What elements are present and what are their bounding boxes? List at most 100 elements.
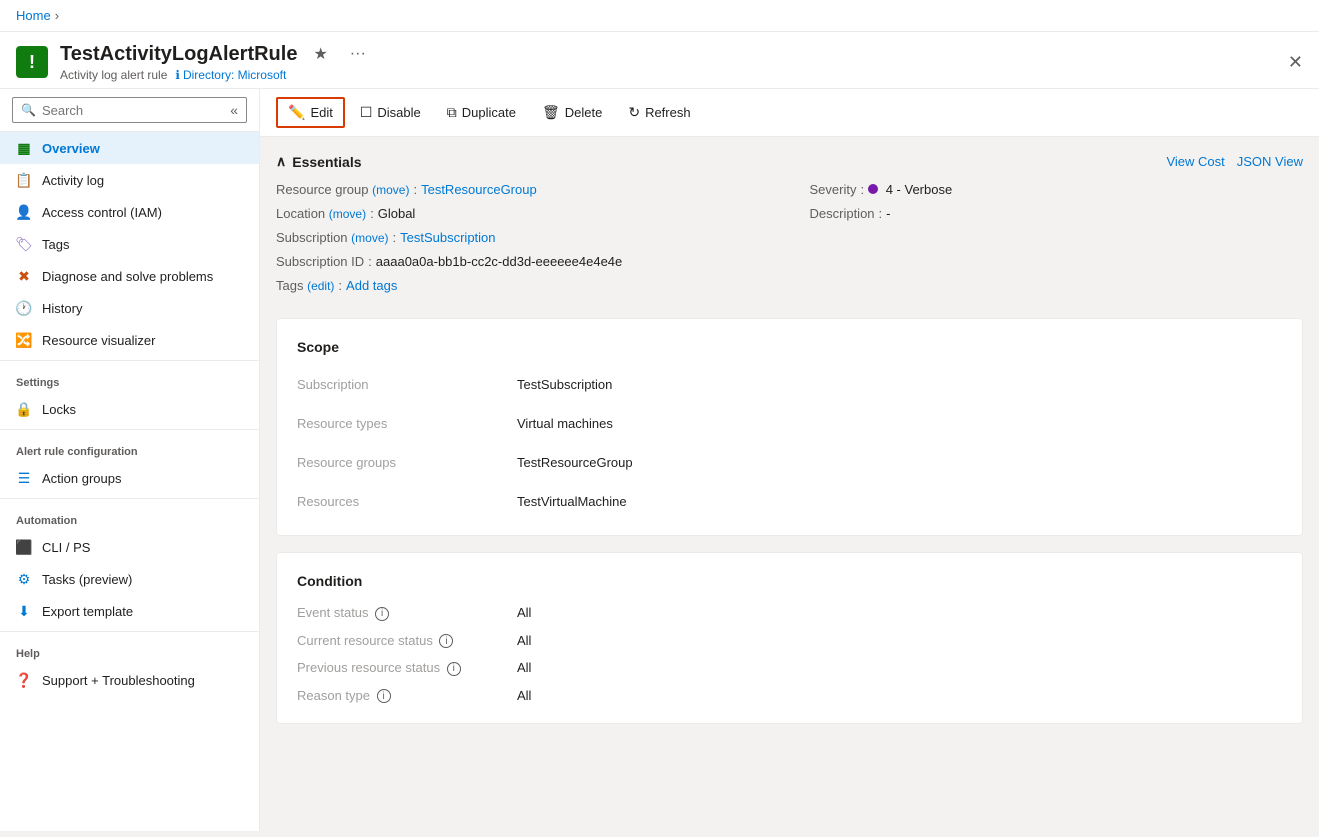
close-button[interactable]: ✕: [1288, 52, 1303, 73]
scope-value-resource-types: Virtual machines: [517, 410, 1282, 437]
sidebar-item-export-template[interactable]: ⬇ Export template: [0, 595, 259, 627]
sidebar-item-support[interactable]: ❓ Support + Troubleshooting: [0, 664, 259, 696]
resource-subtitle: Activity log alert rule ℹ Directory: Mic…: [60, 68, 1272, 82]
tags-icon: 🏷: [16, 236, 32, 252]
sidebar-collapse-button[interactable]: «: [230, 102, 238, 118]
scope-value-subscription: TestSubscription: [517, 371, 1282, 398]
sidebar-nav: ▦ Overview 📋 Activity log 👤 Access contr…: [0, 132, 259, 696]
support-icon: ❓: [16, 672, 32, 688]
tags-value[interactable]: Add tags: [346, 278, 397, 293]
search-icon: 🔍: [21, 103, 36, 117]
previous-resource-status-info-icon[interactable]: i: [447, 662, 461, 676]
condition-label-current-resource-status: Current resource status i: [297, 633, 517, 649]
sidebar-item-tags[interactable]: 🏷 Tags: [0, 228, 259, 260]
access-control-icon: 👤: [16, 204, 32, 220]
sidebar-item-locks[interactable]: 🔒 Locks: [0, 393, 259, 425]
essentials-actions: View Cost JSON View: [1166, 154, 1303, 169]
essentials-title: ∧ Essentials: [276, 153, 362, 170]
current-resource-status-info-icon[interactable]: i: [439, 634, 453, 648]
condition-label-reason-type: Reason type i: [297, 688, 517, 704]
resource-group-move-link[interactable]: (move): [372, 183, 409, 197]
refresh-icon: ↻: [628, 104, 640, 121]
sidebar-item-action-groups[interactable]: ☰ Action groups: [0, 462, 259, 494]
subscription-value[interactable]: TestSubscription: [400, 230, 495, 245]
essentials-row-location: Location (move) : Global: [276, 206, 770, 230]
sidebar-label-access-control: Access control (IAM): [42, 205, 162, 220]
duplicate-label: Duplicate: [462, 105, 516, 120]
sidebar-section-help: Help: [0, 636, 259, 664]
sidebar-item-resource-visualizer[interactable]: 🔀 Resource visualizer: [0, 324, 259, 356]
overview-icon: ▦: [16, 140, 32, 156]
resource-header: ! TestActivityLogAlertRule ★ ··· Activit…: [0, 32, 1319, 89]
json-view-link[interactable]: JSON View: [1237, 154, 1303, 169]
sidebar-label-overview: Overview: [42, 141, 100, 156]
scope-value-resource-groups: TestResourceGroup: [517, 449, 1282, 476]
tasks-preview-icon: ⚙: [16, 571, 32, 587]
diagnose-icon: ✖: [16, 268, 32, 284]
export-template-icon: ⬇: [16, 603, 32, 619]
favorite-button[interactable]: ★: [307, 42, 333, 66]
locks-icon: 🔒: [16, 401, 32, 417]
location-move-link[interactable]: (move): [329, 207, 366, 221]
view-cost-link[interactable]: View Cost: [1166, 154, 1224, 169]
essentials-row-resource-group: Resource group (move) : TestResourceGrou…: [276, 182, 770, 206]
reason-type-info-icon[interactable]: i: [377, 689, 391, 703]
sidebar-label-support: Support + Troubleshooting: [42, 673, 195, 688]
sidebar-section-automation: Automation: [0, 503, 259, 531]
cli-ps-icon: ⬛: [16, 539, 32, 555]
essentials-right: Severity : 4 - Verbose Description : -: [810, 182, 1304, 302]
sidebar-section-alert: Alert rule configuration: [0, 434, 259, 462]
scope-label-resource-groups: Resource groups: [297, 449, 517, 476]
refresh-button[interactable]: ↻ Refresh: [617, 98, 701, 127]
search-input[interactable]: [42, 103, 224, 118]
delete-icon: 🗑: [542, 104, 560, 121]
sidebar-label-export-template: Export template: [42, 604, 133, 619]
sidebar-item-overview[interactable]: ▦ Overview: [0, 132, 259, 164]
resource-name: TestActivityLogAlertRule: [60, 43, 297, 66]
disable-button[interactable]: ☐ Disable: [349, 98, 432, 127]
condition-grid: Event status i All Current resource stat…: [297, 605, 1282, 703]
more-options-button[interactable]: ···: [344, 43, 372, 65]
essentials-grid: Resource group (move) : TestResourceGrou…: [276, 182, 1303, 302]
sidebar-item-tasks-preview[interactable]: ⚙ Tasks (preview): [0, 563, 259, 595]
disable-icon: ☐: [360, 104, 373, 121]
activity-log-icon: 📋: [16, 172, 32, 188]
edit-icon: ✏️: [288, 104, 305, 121]
home-link[interactable]: Home: [16, 8, 51, 23]
condition-label-previous-resource-status: Previous resource status i: [297, 660, 517, 676]
sidebar-item-access-control[interactable]: 👤 Access control (IAM): [0, 196, 259, 228]
essentials-row-description: Description : -: [810, 206, 1304, 230]
sidebar-label-action-groups: Action groups: [42, 471, 122, 486]
resource-group-value[interactable]: TestResourceGroup: [421, 182, 537, 197]
sidebar-item-diagnose[interactable]: ✖ Diagnose and solve problems: [0, 260, 259, 292]
refresh-label: Refresh: [645, 105, 691, 120]
sidebar-item-cli-ps[interactable]: ⬛ CLI / PS: [0, 531, 259, 563]
breadcrumb-separator: ›: [55, 8, 59, 23]
sidebar-item-activity-log[interactable]: 📋 Activity log: [0, 164, 259, 196]
delete-button[interactable]: 🗑 Delete: [531, 98, 613, 127]
collapse-icon[interactable]: ∧: [276, 153, 286, 170]
condition-value-current-resource-status: All: [517, 633, 1282, 649]
condition-value-reason-type: All: [517, 688, 1282, 704]
toolbar: ✏️ Edit ☐ Disable ⧉ Duplicate 🗑 Delete ↻…: [260, 89, 1319, 137]
subscription-id-value: aaaa0a0a-bb1b-cc2c-dd3d-eeeeee4e4e4e: [376, 254, 623, 269]
subtitle-directory-info: ℹ Directory: Microsoft: [175, 68, 286, 82]
scope-label-resources: Resources: [297, 488, 517, 515]
essentials-title-text: Essentials: [292, 154, 361, 170]
event-status-info-icon[interactable]: i: [375, 607, 389, 621]
scope-label-resource-types: Resource types: [297, 410, 517, 437]
condition-card: Condition Event status i All Current res…: [276, 552, 1303, 724]
duplicate-button[interactable]: ⧉ Duplicate: [436, 98, 527, 127]
scope-grid: Subscription TestSubscription Resource t…: [297, 371, 1282, 515]
sidebar-divider-help: [0, 631, 259, 632]
tags-edit-link[interactable]: (edit): [307, 279, 334, 293]
sidebar-item-history[interactable]: 🕐 History: [0, 292, 259, 324]
history-icon: 🕐: [16, 300, 32, 316]
right-panel: ✏️ Edit ☐ Disable ⧉ Duplicate 🗑 Delete ↻…: [260, 89, 1319, 831]
sidebar-search-box[interactable]: 🔍 «: [12, 97, 247, 123]
breadcrumb: Home ›: [0, 0, 1319, 32]
subscription-move-link[interactable]: (move): [351, 231, 388, 245]
main-layout: 🔍 « ▦ Overview 📋 Activity log 👤 Access c…: [0, 89, 1319, 831]
info-icon: ℹ: [175, 68, 180, 82]
edit-button[interactable]: ✏️ Edit: [276, 97, 345, 128]
